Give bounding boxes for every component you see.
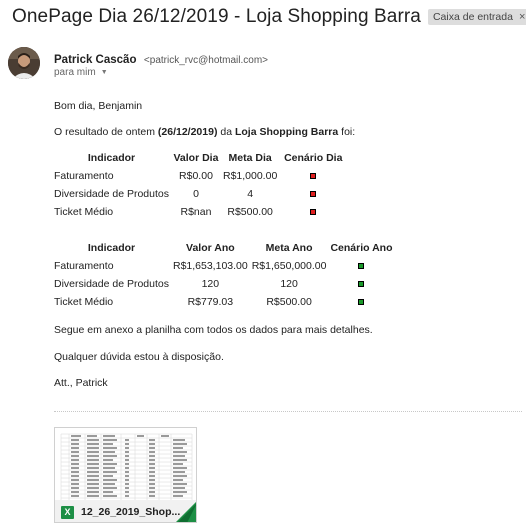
status-red-icon: [310, 209, 317, 216]
value-cell: R$nan: [180, 206, 212, 218]
attachment-note: Segue em anexo a planilha com todos os d…: [54, 324, 373, 336]
target-cell: R$500.00: [266, 296, 312, 308]
col-target-day: Meta Dia: [228, 152, 272, 164]
col-scenario-day: Cenário Dia: [284, 152, 343, 164]
col-indicator: Indicador: [87, 152, 136, 164]
indicator-cell: Ticket Médio: [54, 206, 114, 218]
signature: Att., Patrick: [54, 377, 108, 389]
scenario-cell: [279, 185, 347, 203]
target-cell: 120: [280, 278, 298, 290]
recipient-details-toggle[interactable]: para mim ▼: [54, 67, 108, 78]
scenario-cell: [279, 203, 347, 221]
table-row: Faturamento R$1,653,103.00 R$1,650,000.0…: [52, 257, 394, 275]
value-cell: 0: [193, 188, 199, 200]
spreadsheet-thumbnail: [55, 428, 196, 502]
attachment-filename[interactable]: 12_26_2019_Shop...: [81, 506, 180, 518]
intro-mid: da: [217, 126, 235, 138]
indicator-cell: Faturamento: [54, 170, 114, 182]
greeting: Bom dia, Benjamin: [54, 100, 143, 112]
spreadsheet-preview-icon: [55, 428, 196, 502]
avatar-photo-icon: [8, 47, 40, 79]
table-row: Diversidade de Produtos 120 120: [52, 275, 394, 293]
scenario-cell: [328, 275, 394, 293]
attachment-card[interactable]: X 12_26_2019_Shop...: [54, 427, 197, 523]
attachments-divider: [54, 411, 522, 412]
intro-sentence: O resultado de ontem (26/12/2019) da Loj…: [54, 126, 355, 138]
col-indicator: Indicador: [87, 242, 136, 254]
excel-icon: X: [61, 505, 74, 519]
sender-line: Patrick Cascão <patrick_rvc@hotmail.com>: [54, 50, 268, 68]
page-fold-corner-icon: [176, 502, 196, 522]
intro-store: Loja Shopping Barra: [234, 126, 339, 138]
scenario-cell: [328, 257, 394, 275]
sender-email: <patrick_rvc@hotmail.com>: [143, 55, 269, 66]
scenario-cell: [328, 293, 394, 311]
table-row: Ticket Médio R$779.03 R$500.00: [52, 293, 394, 311]
status-green-icon: [358, 281, 365, 288]
intro-suffix: foi:: [338, 126, 356, 138]
inbox-label-chip[interactable]: Caixa de entrada ×: [427, 9, 526, 25]
inbox-label-text: Caixa de entrada: [432, 11, 513, 23]
chevron-down-icon[interactable]: ▼: [101, 69, 108, 76]
table-row: Diversidade de Produtos 0 4: [52, 185, 347, 203]
indicator-cell: Diversidade de Produtos: [54, 278, 169, 290]
value-cell: R$779.03: [187, 296, 234, 308]
daily-kpi-table: Indicador Valor Dia Meta Dia Cenário Dia…: [52, 149, 347, 221]
closing-question: Qualquer dúvida estou à disposição.: [54, 351, 224, 363]
table-row: Ticket Médio R$nan R$500.00: [52, 203, 347, 221]
value-cell: R$1,653,103.00: [172, 260, 248, 272]
col-value-year: Valor Ano: [186, 242, 235, 254]
table-header-row: Indicador Valor Ano Meta Ano Cenário Ano: [52, 239, 394, 257]
scenario-cell: [279, 167, 347, 185]
remove-label-icon[interactable]: ×: [519, 9, 525, 25]
sender-avatar[interactable]: [8, 47, 40, 79]
col-scenario-year: Cenário Ano: [330, 242, 393, 254]
col-value-day: Valor Dia: [173, 152, 219, 164]
indicator-cell: Diversidade de Produtos: [54, 188, 169, 200]
indicator-cell: Faturamento: [54, 260, 114, 272]
intro-prefix: O resultado de ontem: [54, 126, 158, 138]
status-green-icon: [358, 299, 365, 306]
value-cell: 120: [201, 278, 220, 290]
recipient-text: para mim: [54, 67, 96, 78]
status-red-icon: [310, 191, 317, 198]
yearly-kpi-table: Indicador Valor Ano Meta Ano Cenário Ano…: [52, 239, 394, 311]
intro-date: (26/12/2019): [157, 126, 218, 138]
status-red-icon: [310, 173, 317, 180]
table-header-row: Indicador Valor Dia Meta Dia Cenário Dia: [52, 149, 347, 167]
table-row: Faturamento R$0.00 R$1,000.00: [52, 167, 347, 185]
sender-name[interactable]: Patrick Cascão: [54, 54, 136, 66]
status-green-icon: [358, 263, 365, 270]
email-subject: OnePage Dia 26/12/2019 - Loja Shopping B…: [12, 6, 421, 27]
email-subject-row: OnePage Dia 26/12/2019 - Loja Shopping B…: [12, 4, 526, 30]
target-cell: R$1,000.00: [222, 170, 278, 182]
value-cell: R$0.00: [179, 170, 213, 182]
col-target-year: Meta Ano: [265, 242, 313, 254]
indicator-cell: Ticket Médio: [54, 296, 114, 308]
target-cell: 4: [247, 188, 254, 200]
target-cell: R$1,650,000.00: [251, 260, 327, 272]
target-cell: R$500.00: [227, 206, 273, 218]
